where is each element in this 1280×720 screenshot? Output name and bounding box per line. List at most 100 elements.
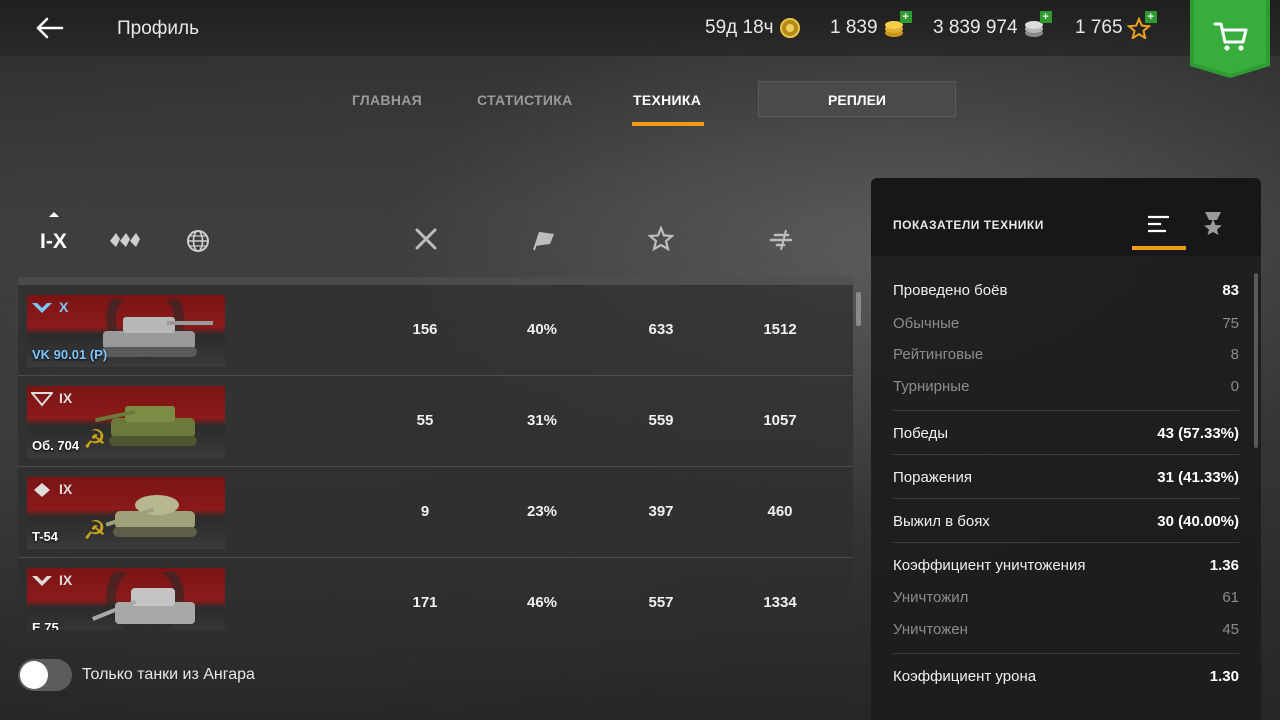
vehicle-tier: IX [59,390,73,406]
mastery-column-sort[interactable] [647,225,675,257]
premium-account[interactable]: 59д 18ч [705,17,802,39]
stat-value: 0 [1230,378,1239,395]
divider [893,653,1239,654]
battles-count: 171 [412,594,438,611]
mastery-value: 557 [648,594,674,611]
silver-coins-icon: + [1022,11,1052,39]
damage-column-sort[interactable] [768,226,794,257]
vehicle-list-scrollbar[interactable] [856,292,861,326]
vehicle-row[interactable]: IX ☭ Об. 704 55 31% 559 1057 [18,376,853,467]
hangar-only-label: Только танки из Ангара [82,666,255,683]
free-xp-amount: 1 765 [1075,17,1123,38]
gold-coins-icon: + [882,11,912,39]
stat-value: 1.36 [1209,557,1239,574]
credits-balance[interactable]: 3 839 974 + [933,11,1052,39]
mastery-value: 397 [648,503,674,520]
heavy-tank-elite-icon [32,303,52,313]
vehicle-list[interactable]: X VK 90.01 (P) 156 40% 633 1512 IX ☭ Об.… [18,277,853,630]
star-xp-icon: + [1126,11,1157,41]
panel-tab-achievements[interactable] [1201,210,1225,241]
vehicle-card: IX ☭ Об. 704 [27,386,225,458]
stat-label: Победы [893,425,949,442]
battles-count: 55 [416,412,434,429]
free-xp-balance[interactable]: 1 765 + [1075,11,1157,41]
star-outline-icon [647,225,675,252]
vehicle-types-icon [110,233,140,247]
tab-vehicles[interactable]: ТЕХНИКА [633,92,701,108]
vehicle-tier: X [59,299,69,315]
hangar-only-toggle[interactable] [18,659,72,691]
panel-scrollbar[interactable] [1254,273,1258,448]
back-button[interactable] [30,12,70,44]
stat-value: 1.30 [1209,668,1239,685]
divider [893,454,1239,455]
vehicle-tier: IX [59,572,73,588]
globe-icon [187,230,209,252]
vehicle-type-filter[interactable] [108,229,146,256]
stat-value: 31 (41.33%) [1157,469,1239,486]
flag-icon [533,231,554,251]
winrate-column-sort[interactable] [530,226,558,257]
shell-damage-icon [769,229,793,251]
vehicle-row[interactable]: X VK 90.01 (P) 156 40% 633 1512 [18,285,853,376]
vehicle-row[interactable]: IX ☭ T-54 9 23% 397 460 [18,467,853,558]
stat-value: 45 [1222,621,1239,638]
stat-label: Коэффициент урона [893,668,1037,685]
shop-button[interactable] [1190,0,1270,78]
panel-tab-summary[interactable] [1147,214,1171,239]
stat-label: Рейтинговые [893,346,984,363]
vehicle-stats-panel: ПОКАЗАТЕЛИ ТЕХНИКИ Проведено боёв 83 Обы… [871,178,1261,720]
tank-destroyer-icon [31,392,53,407]
stat-label: Проведено боёв [893,282,1008,299]
battles-column-sort[interactable] [413,226,439,257]
page-title: Профиль [117,18,200,39]
stat-label: Поражения [893,469,972,486]
vehicle-name: T-54 [32,529,59,544]
arrow-left-icon [36,17,64,39]
stat-label: Обычные [893,315,960,332]
damage-value: 1512 [763,321,797,338]
divider [893,498,1239,499]
battles-count: 9 [420,503,430,520]
mastery-value: 559 [648,412,674,429]
winrate-value: 40% [526,321,558,338]
active-tab-indicator [632,122,704,126]
add-xp-icon[interactable]: + [1144,11,1157,23]
tab-main[interactable]: ГЛАВНАЯ [352,92,422,108]
divider [893,410,1239,411]
panel-title: ПОКАЗАТЕЛИ ТЕХНИКИ [893,218,1044,232]
damage-value: 1334 [763,594,797,611]
tier-filter-label: I-X [40,230,67,253]
mastery-value: 633 [648,321,674,338]
add-credits-icon[interactable]: + [1039,11,1052,23]
stat-value: 8 [1230,346,1239,363]
credits-amount: 3 839 974 [933,17,1018,38]
vehicle-name: Об. 704 [32,438,80,453]
panel-header: ПОКАЗАТЕЛИ ТЕХНИКИ [871,178,1261,256]
replays-button[interactable]: РЕПЛЕИ [758,81,956,117]
vehicle-card: IX E 75 [27,568,225,630]
gold-balance[interactable]: 1 839 + [830,11,912,39]
stat-value: 83 [1222,282,1239,299]
vehicle-row[interactable]: IX E 75 171 46% 557 1334 [18,558,853,630]
vehicle-tier: IX [59,481,73,497]
winrate-value: 46% [526,594,558,611]
winrate-value: 31% [526,412,558,429]
vehicle-name: VK 90.01 (P) [32,347,108,362]
top-bar: Профиль 59д 18ч 1 839 + 3 839 974 + 1 76… [0,0,1280,78]
damage-value: 460 [767,503,793,520]
stat-value: 61 [1222,589,1239,606]
stat-value: 43 (57.33%) [1157,425,1239,442]
tank-e75-image [91,572,195,630]
sort-arrow-icon [49,212,59,217]
tab-statistics[interactable]: СТАТИСТИКА [477,92,573,108]
stat-label: Уничтожен [893,621,968,638]
bars-list-icon [1148,215,1169,233]
nation-filter[interactable] [186,229,210,258]
damage-value: 1057 [763,412,797,429]
add-gold-icon[interactable]: + [899,11,912,23]
vehicle-card: IX ☭ T-54 [27,477,225,549]
vehicle-name: E 75 [32,620,59,630]
stat-label: Коэффициент уничтожения [893,557,1086,574]
gold-amount: 1 839 [830,17,878,38]
